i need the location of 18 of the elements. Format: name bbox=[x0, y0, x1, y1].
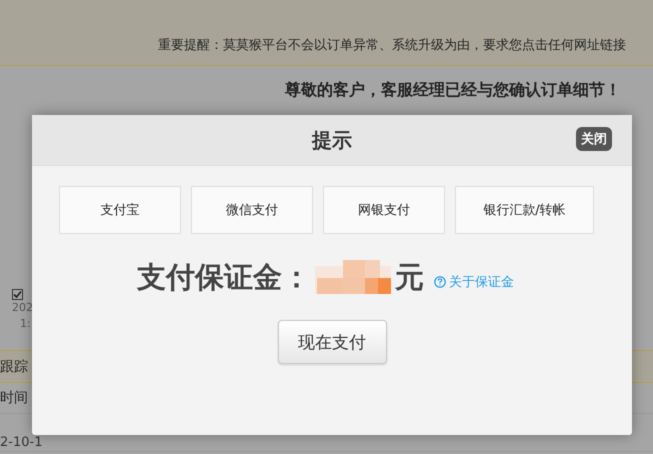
pay-button[interactable]: 现在支付 bbox=[278, 320, 386, 364]
payment-option[interactable]: 微信支付 bbox=[191, 186, 313, 234]
payment-option[interactable]: 网银支付 bbox=[323, 186, 445, 234]
close-button[interactable]: 关闭 bbox=[576, 127, 612, 151]
notice-text: 重要提醒：莫莫猴平台不会以订单异常、系统升级为由，要求您点击任何网址链接 bbox=[158, 37, 627, 54]
help-icon bbox=[434, 276, 446, 288]
dialog-title: 提示 bbox=[312, 126, 352, 154]
checkbox[interactable] bbox=[12, 289, 23, 300]
column-header: 时间 bbox=[0, 389, 28, 407]
payment-option[interactable]: 支付宝 bbox=[59, 186, 181, 234]
amount-label: 支付保证金： bbox=[137, 259, 311, 296]
table-cell: 2-10-1 bbox=[0, 436, 42, 450]
greeting-text: 尊敬的客户，客服经理已经与您确认订单细节！ bbox=[285, 80, 622, 101]
currency-label: 元 bbox=[395, 259, 424, 296]
date-text: 202 bbox=[12, 300, 33, 316]
time-text: 1: bbox=[19, 316, 31, 332]
section-heading: 跟踪 bbox=[0, 358, 28, 376]
payment-option[interactable]: 银行汇款/转帐 bbox=[455, 186, 594, 234]
